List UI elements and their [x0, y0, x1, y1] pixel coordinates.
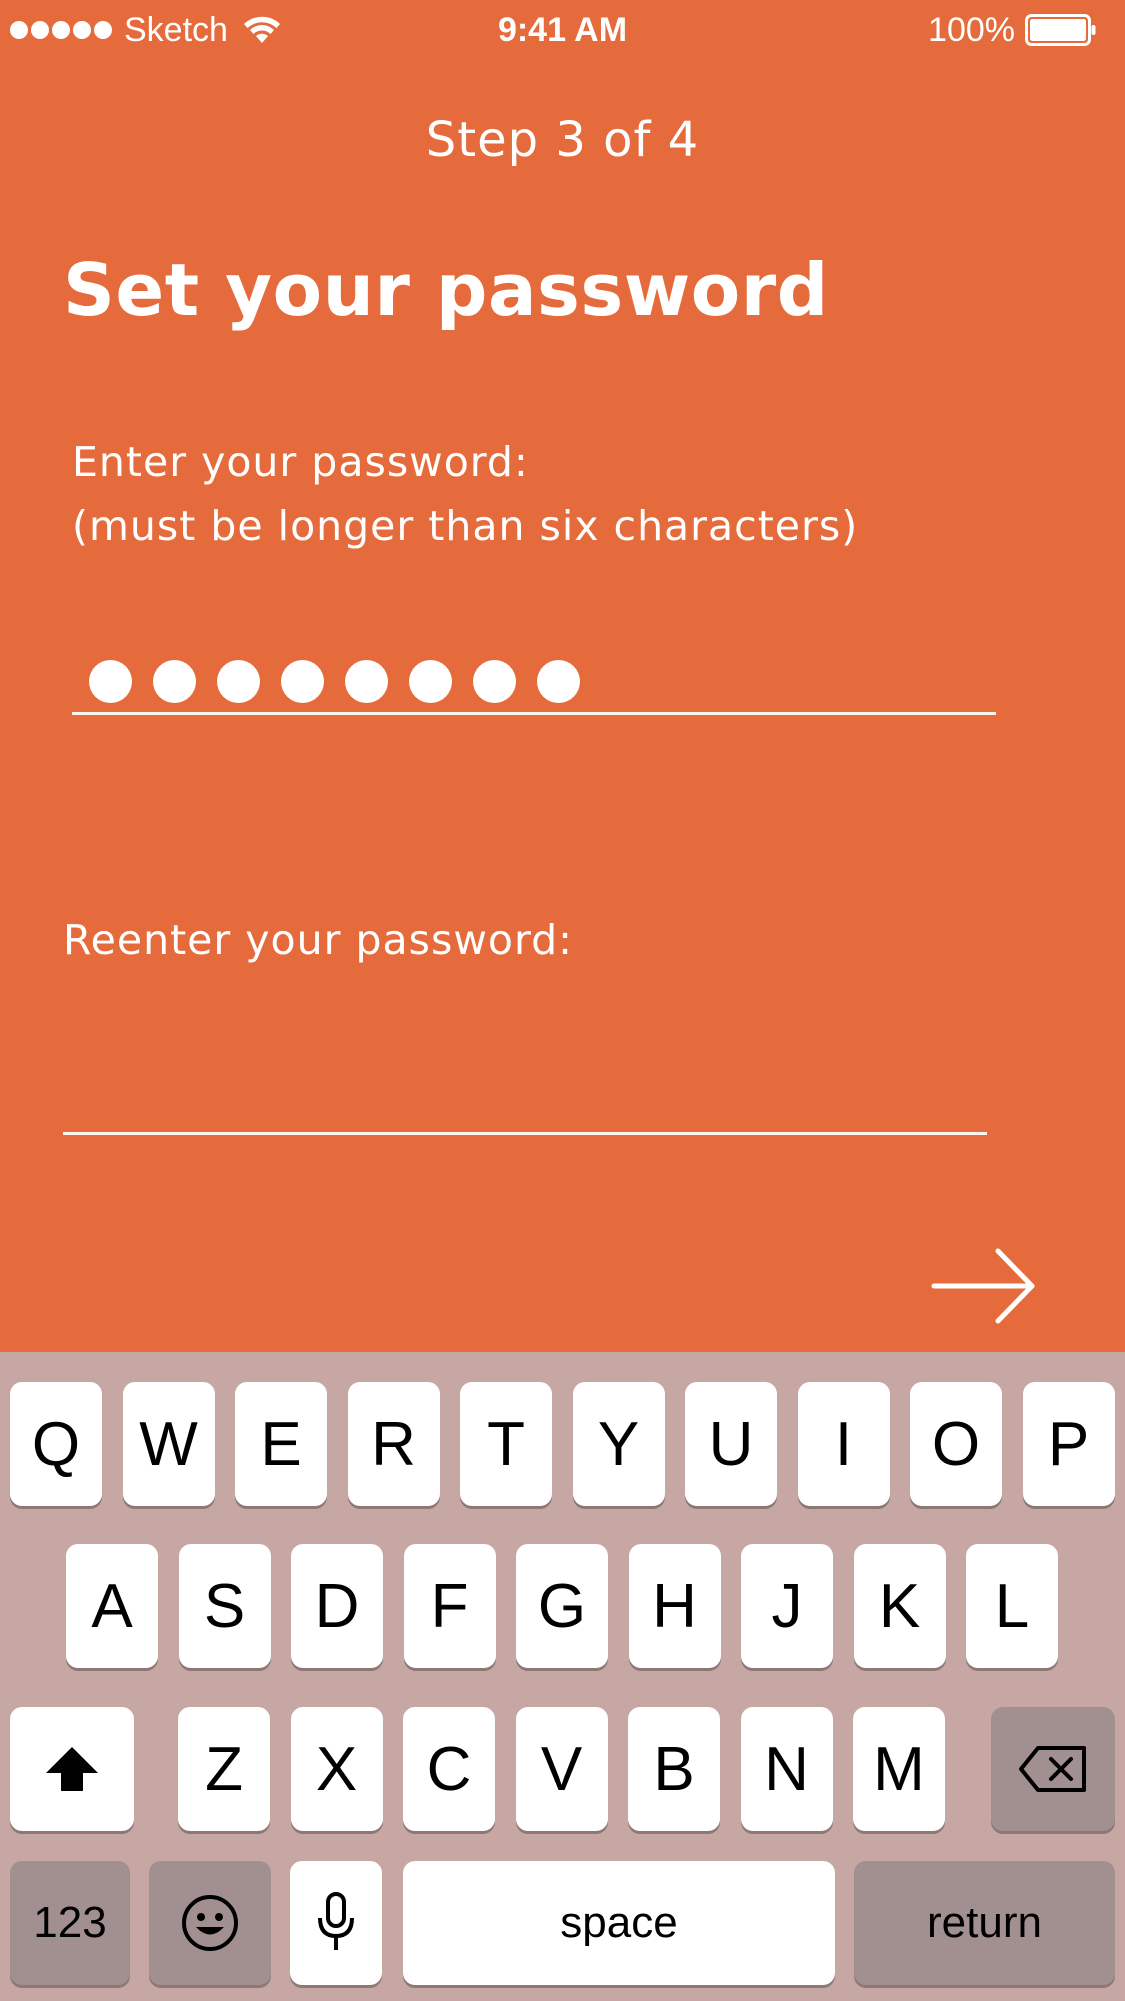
password-mask-dot	[345, 660, 388, 703]
key-f[interactable]: F	[403, 1544, 496, 1668]
key-x[interactable]: X	[290, 1707, 383, 1831]
microphone-icon	[318, 1892, 354, 1950]
emoji-key[interactable]	[149, 1861, 271, 1985]
battery-percentage: 100%	[928, 10, 1015, 49]
password-mask-dot	[89, 660, 132, 703]
key-o[interactable]: O	[910, 1382, 1002, 1506]
key-w[interactable]: W	[122, 1382, 215, 1506]
delete-key[interactable]	[991, 1707, 1115, 1831]
password-label: Enter your password:	[72, 438, 529, 486]
key-e[interactable]: E	[235, 1382, 327, 1506]
battery-icon	[1025, 14, 1096, 46]
emoji-icon	[182, 1895, 238, 1951]
key-y[interactable]: Y	[572, 1382, 665, 1506]
key-b[interactable]: B	[628, 1707, 720, 1831]
key-v[interactable]: V	[515, 1707, 608, 1831]
delete-icon	[1019, 1746, 1086, 1792]
return-key[interactable]: return	[854, 1861, 1115, 1985]
key-p[interactable]: P	[1022, 1382, 1115, 1506]
key-t[interactable]: T	[460, 1382, 552, 1506]
key-h[interactable]: H	[628, 1544, 721, 1668]
key-m[interactable]: M	[853, 1707, 945, 1831]
page-title: Set your password	[63, 248, 829, 332]
shift-icon	[46, 1747, 98, 1791]
key-n[interactable]: N	[740, 1707, 833, 1831]
step-indicator: Step 3 of 4	[425, 112, 700, 168]
key-q[interactable]: Q	[10, 1382, 102, 1506]
password-mask-dot	[281, 660, 324, 703]
password-hint: (must be longer than six characters)	[72, 502, 859, 550]
dictation-key[interactable]	[290, 1861, 382, 1985]
password-input[interactable]	[72, 640, 996, 715]
key-r[interactable]: R	[347, 1382, 440, 1506]
password-mask-dot	[153, 660, 196, 703]
password-mask-dot	[473, 660, 516, 703]
key-j[interactable]: J	[741, 1544, 833, 1668]
reenter-password-label: Reenter your password:	[63, 916, 573, 964]
next-button[interactable]	[928, 1245, 1040, 1327]
arrow-right-icon	[931, 1248, 1035, 1324]
password-mask-dot	[537, 660, 580, 703]
numbers-key[interactable]: 123	[10, 1861, 130, 1985]
key-u[interactable]: U	[685, 1382, 777, 1506]
password-mask	[89, 660, 580, 703]
key-d[interactable]: D	[291, 1544, 383, 1668]
key-a[interactable]: A	[66, 1544, 158, 1668]
key-k[interactable]: K	[853, 1544, 946, 1668]
key-z[interactable]: Z	[178, 1707, 270, 1831]
reenter-password-input[interactable]	[63, 1060, 987, 1135]
key-i[interactable]: I	[797, 1382, 890, 1506]
status-right: 100%	[928, 10, 1097, 50]
space-key[interactable]: space	[403, 1861, 835, 1985]
shift-key[interactable]	[10, 1707, 134, 1831]
key-g[interactable]: G	[516, 1544, 608, 1668]
password-mask-dot	[409, 660, 452, 703]
password-mask-dot	[217, 660, 260, 703]
keyboard: QWERTYUIOP ASDFGHJKL ZXCVBNM 123 space r…	[0, 1352, 1125, 2001]
key-c[interactable]: C	[403, 1707, 495, 1831]
key-s[interactable]: S	[178, 1544, 271, 1668]
key-l[interactable]: L	[966, 1544, 1058, 1668]
status-bar: Sketch 9:41 AM 100%	[0, 0, 1125, 60]
